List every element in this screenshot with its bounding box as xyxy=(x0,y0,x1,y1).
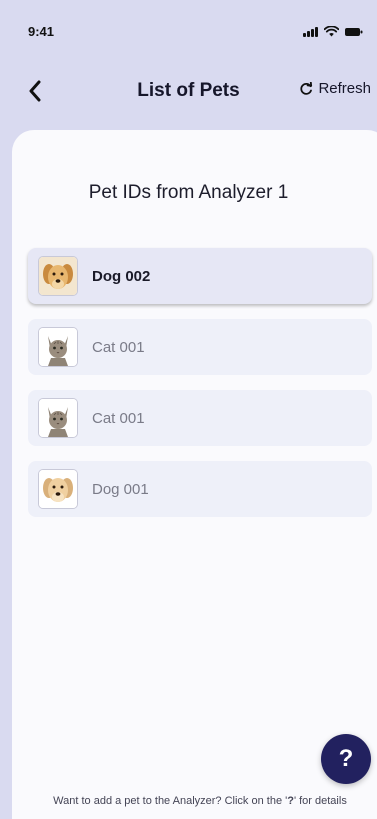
refresh-icon xyxy=(300,81,313,95)
footer-hint: Want to add a pet to the Analyzer? Click… xyxy=(0,795,377,807)
pet-label: Dog 002 xyxy=(92,267,151,285)
pet-list: Dog 002 Cat 001 Cat 001 Dog 001 xyxy=(28,248,372,532)
cat-thumbnail xyxy=(38,398,78,438)
status-time: 9:41 xyxy=(28,24,55,39)
refresh-label: Refresh xyxy=(318,80,371,97)
dog-thumbnail xyxy=(38,256,78,296)
pet-list-item[interactable]: Dog 001 xyxy=(28,461,372,517)
section-title: Pet IDs from Analyzer 1 xyxy=(88,182,289,203)
pet-label: Dog 001 xyxy=(92,480,149,498)
pet-list-item[interactable]: Cat 001 xyxy=(28,319,372,375)
footer-hint-symbol: ? xyxy=(287,795,294,807)
pet-list-item[interactable]: Dog 002 xyxy=(28,248,372,304)
nav-bar: List of Pets Refresh xyxy=(0,60,377,122)
footer-hint-prefix: Want to add a pet to the Analyzer? Click… xyxy=(53,795,288,807)
app-screen: 9:41 List of Pets Refresh Pet IDs from A… xyxy=(0,0,377,819)
battery-icon xyxy=(345,27,363,37)
signal-icon xyxy=(303,27,318,37)
pet-label: Cat 001 xyxy=(92,338,145,356)
refresh-button[interactable]: Refresh xyxy=(299,80,371,97)
help-button[interactable]: ? xyxy=(321,734,371,784)
wifi-icon xyxy=(324,26,339,37)
help-icon: ? xyxy=(338,745,354,772)
cat-thumbnail xyxy=(38,327,78,367)
dog-thumbnail xyxy=(38,469,78,509)
status-bar: 9:41 xyxy=(0,0,377,46)
status-icons xyxy=(303,26,363,37)
pet-label: Cat 001 xyxy=(92,409,145,427)
pet-list-item[interactable]: Cat 001 xyxy=(28,390,372,446)
footer-hint-suffix: ' for details xyxy=(293,795,347,807)
